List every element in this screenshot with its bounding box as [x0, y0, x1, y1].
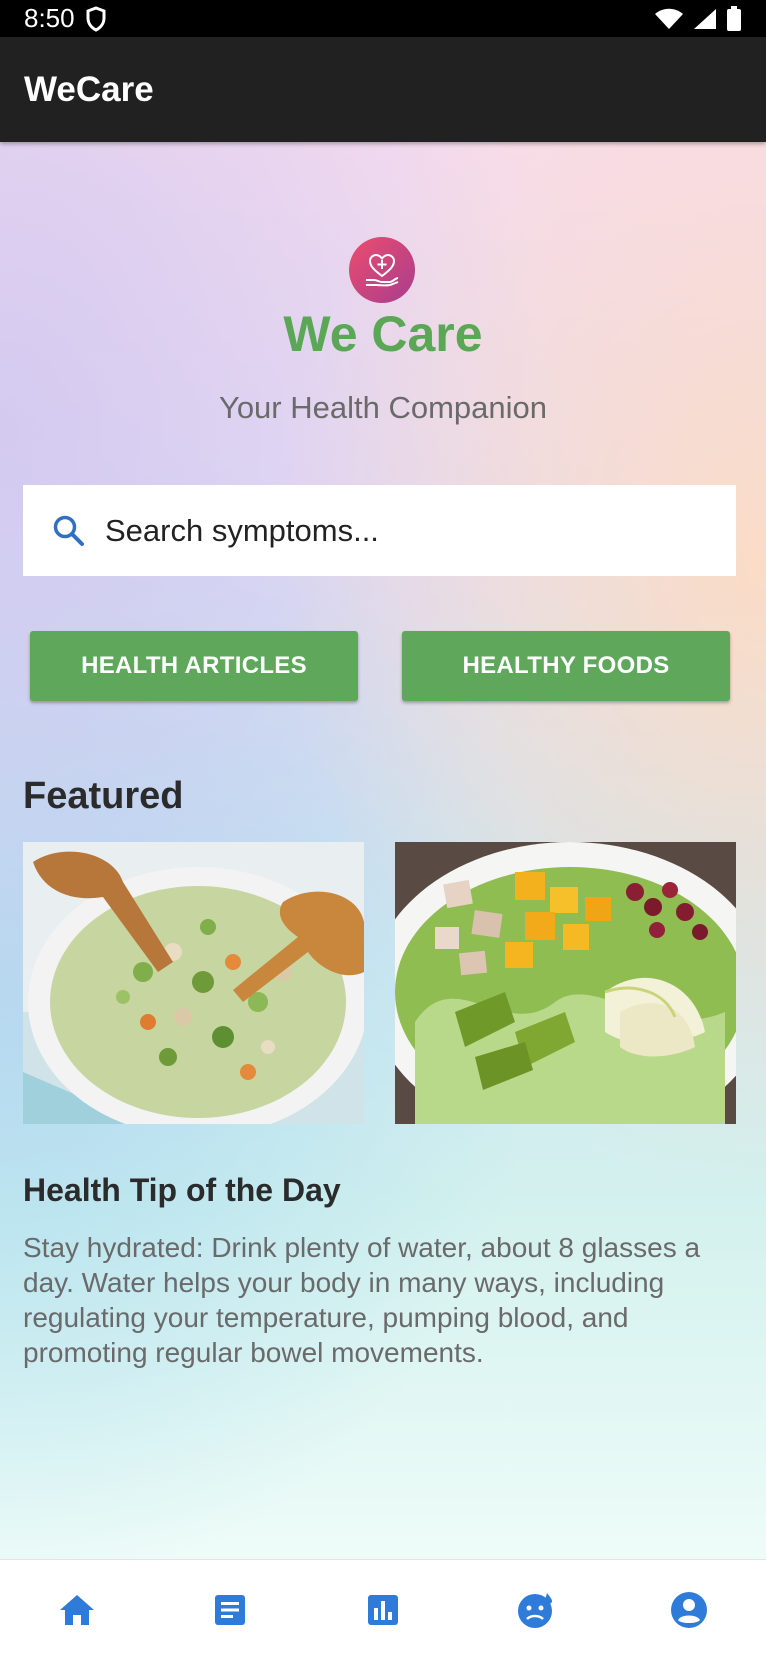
- article-icon[interactable]: [213, 1593, 247, 1632]
- battery-icon: [726, 5, 742, 32]
- search-input[interactable]: [105, 512, 705, 549]
- nav-stats[interactable]: [333, 1572, 433, 1652]
- stats-chart-icon[interactable]: [366, 1593, 400, 1632]
- featured-mango-avocado-salad-image[interactable]: [395, 842, 736, 1124]
- main-content: We Care Your Health Companion HEALTH ART…: [0, 142, 766, 1559]
- sick-face-icon[interactable]: [516, 1590, 556, 1635]
- nav-articles[interactable]: [180, 1572, 280, 1652]
- heart-care-hand-icon: [349, 237, 415, 303]
- cell-signal-icon: [692, 7, 718, 31]
- nav-symptoms[interactable]: [486, 1572, 586, 1652]
- app-bar: WeCare: [0, 37, 766, 142]
- nav-profile[interactable]: [639, 1572, 739, 1652]
- health-articles-button[interactable]: HEALTH ARTICLES: [30, 631, 358, 701]
- featured-section-title: Featured: [23, 775, 184, 817]
- app-title: WeCare: [24, 69, 154, 109]
- featured-salad-bowl-image[interactable]: [23, 842, 364, 1124]
- search-bar[interactable]: [23, 485, 736, 576]
- health-tip-title: Health Tip of the Day: [23, 1172, 341, 1208]
- wifi-icon: [654, 7, 684, 31]
- healthy-foods-button[interactable]: HEALTHY FOODS: [402, 631, 730, 701]
- home-icon[interactable]: [58, 1593, 96, 1632]
- search-icon[interactable]: [49, 511, 89, 551]
- status-time: 8:50: [24, 3, 75, 33]
- bottom-navigation: [0, 1559, 766, 1664]
- nav-home[interactable]: [27, 1572, 127, 1652]
- account-circle-icon[interactable]: [670, 1591, 708, 1634]
- brand-title: We Care: [283, 306, 483, 362]
- brand-subtitle: Your Health Companion: [218, 390, 547, 425]
- status-bar: 8:50: [0, 0, 766, 37]
- shield-icon: [85, 5, 107, 32]
- health-tip-text: Stay hydrated: Drink plenty of water, ab…: [23, 1232, 701, 1368]
